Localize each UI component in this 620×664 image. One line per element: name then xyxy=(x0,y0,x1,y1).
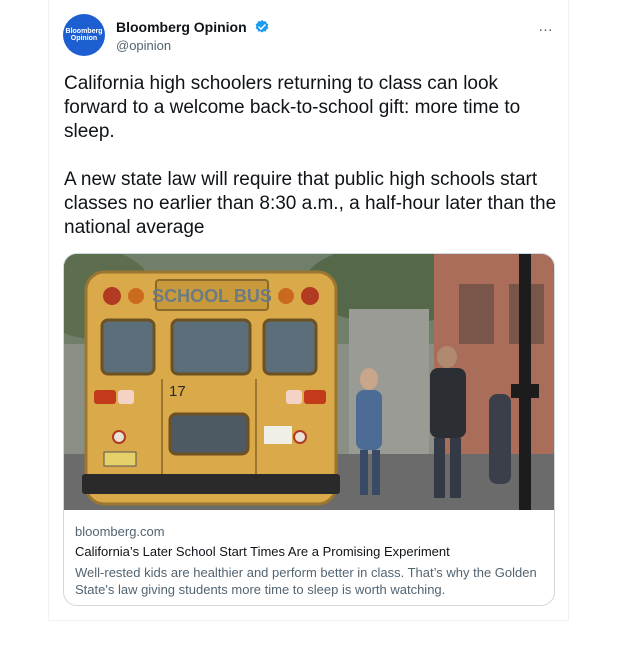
bus-sign: SCHOOL BUS xyxy=(152,286,272,306)
link-preview-card[interactable]: SCHOOL BUS 17 bloomberg.com California’s… xyxy=(63,253,555,606)
more-options-icon[interactable]: … xyxy=(538,18,554,35)
tweet-text: California high schoolers returning to c… xyxy=(64,72,560,264)
tweet-paragraph-1: California high schoolers returning to c… xyxy=(64,73,521,142)
avatar-text-line1: Bloomberg xyxy=(65,28,103,35)
author-name[interactable]: Bloomberg Opinion xyxy=(116,19,247,35)
link-domain: bloomberg.com xyxy=(75,524,165,539)
bus-number: 17 xyxy=(169,383,186,400)
avatar[interactable]: Bloomberg Opinion xyxy=(63,14,105,56)
tweet-paragraph-2: A new state law will require that public… xyxy=(64,169,557,238)
author-name-row[interactable]: Bloomberg Opinion xyxy=(116,19,270,38)
article-photo: SCHOOL BUS 17 xyxy=(64,254,554,510)
author-handle[interactable]: @opinion xyxy=(116,38,171,53)
avatar-text-line2: Opinion xyxy=(70,35,98,42)
link-meta: bloomberg.com California’s Later School … xyxy=(75,524,545,598)
verified-badge-icon xyxy=(254,19,270,38)
link-title[interactable]: California’s Later School Start Times Ar… xyxy=(75,544,545,559)
link-description: Well-rested kids are healthier and perfo… xyxy=(75,565,537,597)
